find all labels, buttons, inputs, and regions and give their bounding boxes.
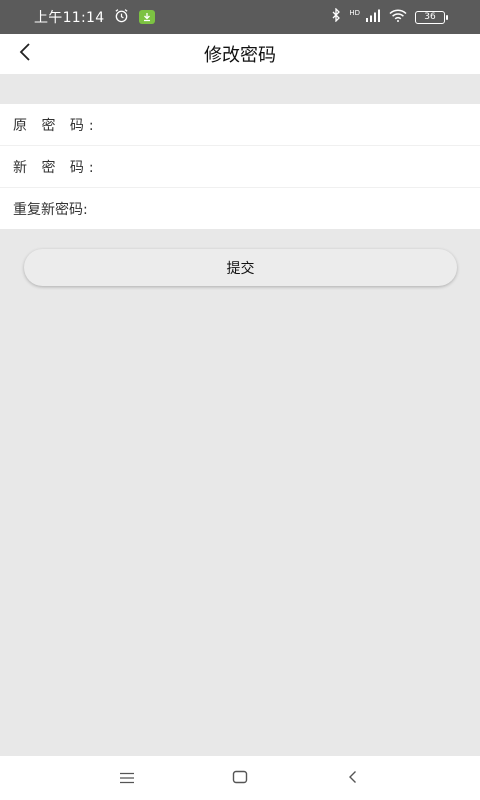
battery-level: 36 — [415, 10, 445, 24]
home-icon — [232, 769, 248, 788]
alarm-icon — [114, 8, 129, 27]
status-bar: 上午11:14 HD 36 — [0, 0, 480, 34]
wifi-icon — [389, 9, 407, 26]
submit-button[interactable]: 提交 — [24, 249, 457, 286]
back-icon — [348, 769, 358, 788]
bluetooth-icon — [331, 7, 341, 26]
confirm-password-label: 重复新密码: — [13, 202, 88, 218]
back-button[interactable] — [10, 38, 40, 70]
status-time: 上午11:14 — [34, 10, 105, 26]
system-nav-bar — [0, 756, 480, 800]
old-password-row: 原 密 码: — [0, 104, 480, 146]
nav-menu-button[interactable] — [107, 758, 147, 798]
battery-icon: 36 — [415, 10, 448, 24]
status-left: 上午11:14 — [34, 7, 156, 27]
title-bar: 修改密码 — [0, 34, 480, 74]
new-password-label: 新 密 码: — [13, 159, 99, 176]
page-title: 修改密码 — [204, 45, 276, 66]
menu-icon — [119, 769, 135, 788]
network-label: HD — [349, 8, 360, 17]
old-password-input[interactable] — [102, 104, 480, 145]
nav-back-button[interactable] — [333, 758, 373, 798]
nav-home-button[interactable] — [220, 758, 260, 798]
download-icon — [139, 10, 156, 24]
back-chevron-icon — [18, 42, 32, 66]
confirm-password-row: 重复新密码: — [0, 188, 480, 230]
signal-icon — [365, 9, 381, 26]
confirm-password-input[interactable] — [91, 188, 480, 230]
new-password-row: 新 密 码: — [0, 146, 480, 188]
old-password-label: 原 密 码: — [13, 117, 99, 134]
new-password-input[interactable] — [102, 146, 480, 187]
status-right: HD 36 — [331, 7, 448, 26]
password-form: 原 密 码: 新 密 码: 重复新密码: — [0, 104, 480, 230]
